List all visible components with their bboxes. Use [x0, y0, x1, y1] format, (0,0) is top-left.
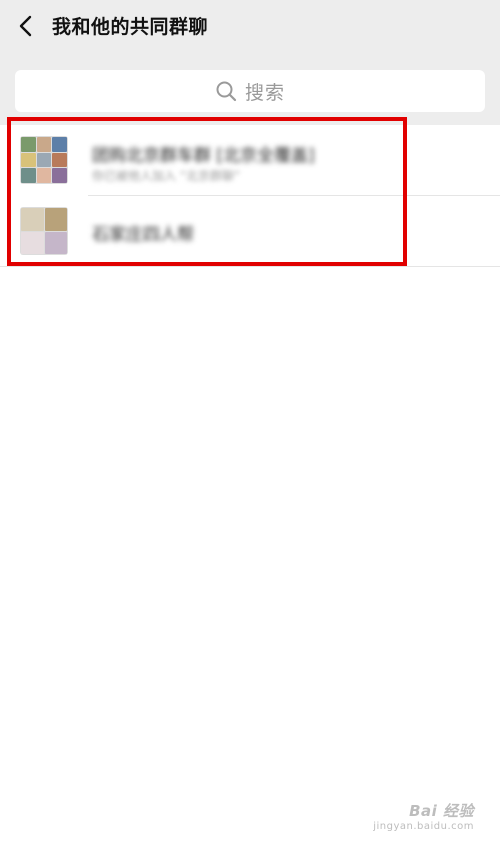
watermark-brand: Bai 经验 — [409, 802, 474, 820]
list-item[interactable]: 团购北京群车群 [北京全覆盖] 你已被他人加入 “北京群聊” — [0, 125, 500, 196]
group-list: 团购北京群车群 [北京全覆盖] 你已被他人加入 “北京群聊” 石家庄四人帮 — [0, 125, 500, 852]
search-icon — [215, 80, 237, 102]
group-name: 石家庄四人帮 — [92, 225, 194, 245]
watermark-url: jingyan.baidu.com — [373, 821, 474, 832]
back-button[interactable] — [10, 12, 42, 44]
group-avatar — [20, 207, 68, 255]
chevron-left-icon — [16, 15, 36, 41]
watermark: Bai 经验 jingyan.baidu.com — [373, 800, 474, 832]
search-placeholder: 搜索 — [244, 81, 285, 104]
group-subtitle: 你已被他人加入 “北京群聊” — [92, 169, 241, 183]
divider — [0, 266, 500, 267]
page-title: 我和他的共同群聊 — [52, 16, 209, 38]
group-avatar — [20, 136, 68, 184]
group-name: 团购北京群车群 [北京全覆盖] — [92, 146, 315, 166]
search-input[interactable]: 搜索 — [15, 70, 485, 112]
top-bar: 我和他的共同群聊 — [0, 0, 500, 56]
list-item[interactable]: 石家庄四人帮 — [0, 196, 500, 266]
